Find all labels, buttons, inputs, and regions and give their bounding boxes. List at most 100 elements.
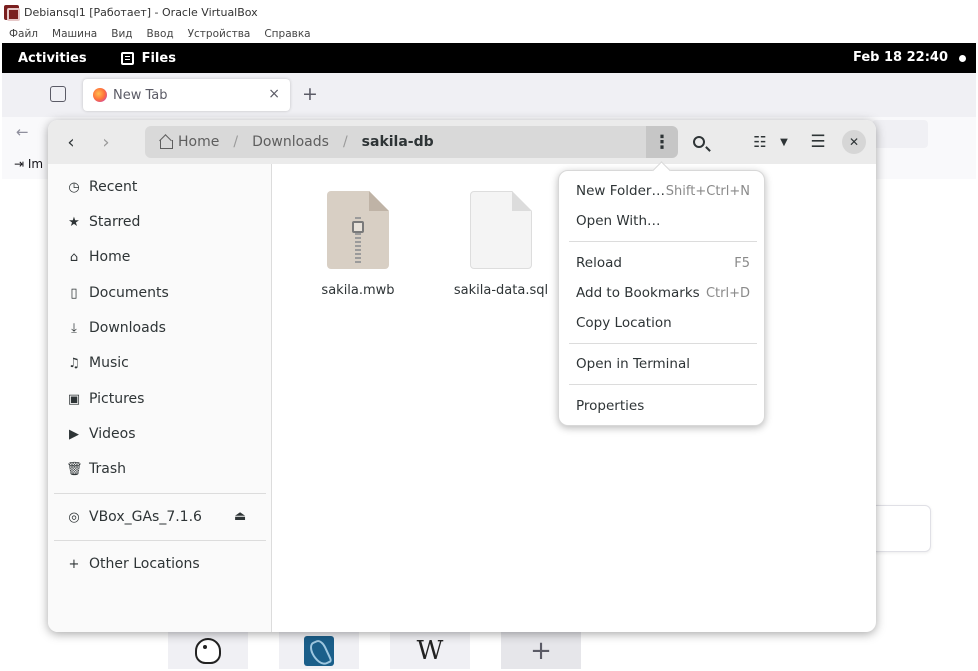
shortcut-debian[interactable] xyxy=(168,632,248,669)
close-icon: ✕ xyxy=(848,135,860,149)
app-menu[interactable]: Files xyxy=(120,50,176,66)
sidebar-item-label: Other Locations xyxy=(89,556,200,572)
view-options-button[interactable]: ▼ xyxy=(776,130,792,154)
vbox-menu-file[interactable]: Файл xyxy=(9,28,38,40)
menu-separator xyxy=(569,241,757,242)
clock-icon: ◷ xyxy=(68,179,80,195)
search-button[interactable] xyxy=(686,130,712,154)
menu-item-new-folder[interactable]: New Folder… Shift+Ctrl+N xyxy=(565,177,760,205)
clock[interactable]: Feb 18 22:40 xyxy=(853,50,948,65)
sidebar-item-recent[interactable]: ◷ Recent xyxy=(66,175,266,199)
menu-item-copy-location[interactable]: Copy Location xyxy=(565,309,760,337)
sidebar-item-pictures[interactable]: ▣ Pictures xyxy=(66,387,266,411)
path-current-folder[interactable]: sakila-db xyxy=(362,134,434,150)
menu-item-reload[interactable]: Reload F5 xyxy=(565,249,760,277)
plus-icon: + xyxy=(68,556,80,572)
vbox-menu-input[interactable]: Ввод xyxy=(147,28,174,40)
firefox-tab[interactable]: New Tab × xyxy=(83,79,290,111)
menu-item-label: Open With… xyxy=(576,213,661,229)
file-name: sakila-data.sql xyxy=(453,283,549,298)
menu-item-properties[interactable]: Properties xyxy=(565,392,760,420)
firefox-tab-bar: New Tab × + xyxy=(2,73,976,117)
chevron-down-icon: ▼ xyxy=(780,136,788,148)
sidebar-item-label: Pictures xyxy=(89,391,145,407)
sidebar-item-label: Recent xyxy=(89,179,138,195)
plus-icon: + xyxy=(530,635,552,666)
path-downloads[interactable]: Downloads xyxy=(252,134,329,150)
tab-list-icon[interactable] xyxy=(50,86,66,102)
url-bar[interactable] xyxy=(872,120,928,148)
path-separator: / xyxy=(342,134,348,150)
home-icon xyxy=(159,136,173,149)
file-item[interactable]: sakila-data.sql xyxy=(446,191,556,298)
sidebar-item-other-locations[interactable]: + Other Locations xyxy=(66,552,266,576)
main-menu-button[interactable]: ☰ xyxy=(808,130,828,154)
menu-item-label: Add to Bookmarks xyxy=(576,285,700,301)
menu-item-open-in-terminal[interactable]: Open in Terminal xyxy=(565,350,760,378)
virtualbox-logo-icon xyxy=(4,5,20,21)
app-name-label: Files xyxy=(141,50,176,66)
eject-icon[interactable]: ⏏ xyxy=(234,509,246,524)
new-tab-button[interactable]: + xyxy=(302,83,318,105)
vbox-menubar: Файл Машина Вид Ввод Устройства Справка xyxy=(0,25,978,43)
activities-button[interactable]: Activities xyxy=(18,51,87,66)
sidebar-item-videos[interactable]: ▶ Videos xyxy=(66,422,266,446)
sidebar-item-starred[interactable]: ★ Starred xyxy=(66,210,266,234)
sidebar-item-trash[interactable]: 🗑 Trash xyxy=(66,457,266,481)
chevron-right-icon: › xyxy=(102,131,110,153)
text-file-icon xyxy=(470,191,532,269)
hamburger-menu-icon: ☰ xyxy=(810,132,826,152)
menu-separator xyxy=(569,343,757,344)
sidebar-item-label: Music xyxy=(89,355,129,371)
kebab-menu-icon: ⋮ xyxy=(653,131,671,153)
file-item[interactable]: sakila.mwb xyxy=(303,191,413,298)
vbox-menu-view[interactable]: Вид xyxy=(111,28,132,40)
sidebar-divider xyxy=(54,493,266,494)
document-icon: ▯ xyxy=(70,285,78,301)
menu-item-shortcut: Shift+Ctrl+N xyxy=(665,183,750,199)
menu-item-label: Open in Terminal xyxy=(576,356,690,372)
menu-item-open-with[interactable]: Open With… xyxy=(565,207,760,235)
download-icon: ⤓ xyxy=(71,320,77,336)
sidebar-item-home[interactable]: ⌂ Home xyxy=(66,245,266,269)
menu-item-label: New Folder… xyxy=(576,183,665,199)
sidebar-item-documents[interactable]: ▯ Documents xyxy=(66,281,266,305)
files-app-icon xyxy=(120,51,134,65)
sidebar-item-label: Videos xyxy=(89,426,136,442)
import-bookmarks-button[interactable]: ⇥ Im xyxy=(14,157,43,171)
tab-close-icon[interactable]: × xyxy=(268,86,280,102)
firefox-card xyxy=(870,505,931,552)
back-button[interactable]: ‹ xyxy=(60,130,82,154)
dialog-header-bar: ‹ › Home / Downloads / sakila-db ⋮ ☷ ▼ ☰… xyxy=(48,120,876,164)
list-view-icon: ☷ xyxy=(753,133,767,151)
folder-menu-button[interactable]: ⋮ xyxy=(646,126,678,158)
view-toggle-button[interactable]: ☷ xyxy=(750,130,770,154)
firefox-icon xyxy=(93,88,107,102)
tab-title: New Tab xyxy=(113,87,168,103)
forward-button[interactable]: › xyxy=(95,130,117,154)
close-button[interactable]: ✕ xyxy=(842,130,866,154)
system-status-icon[interactable] xyxy=(959,55,966,62)
add-shortcut-button[interactable]: + xyxy=(501,632,581,669)
chevron-left-icon: ‹ xyxy=(67,131,75,153)
menu-item-label: Reload xyxy=(576,255,622,271)
sidebar-item-music[interactable]: ♫ Music xyxy=(66,351,266,375)
menu-item-shortcut: Ctrl+D xyxy=(705,285,750,301)
vbox-menu-machine[interactable]: Машина xyxy=(52,28,97,40)
vbox-title-text: Debiansql1 [Работает] - Oracle VirtualBo… xyxy=(24,6,258,19)
shortcut-wikipedia[interactable]: W xyxy=(390,632,470,669)
gnome-top-bar: Activities Files Feb 18 22:40 xyxy=(2,43,976,73)
disc-icon: ◎ xyxy=(68,509,80,525)
sidebar-item-label: Trash xyxy=(89,461,126,477)
file-name: sakila.mwb xyxy=(321,283,395,298)
home-icon: ⌂ xyxy=(69,249,79,265)
menu-item-add-to-bookmarks[interactable]: Add to Bookmarks Ctrl+D xyxy=(565,279,760,307)
path-home[interactable]: Home xyxy=(178,134,219,150)
back-arrow-icon[interactable]: ← xyxy=(16,123,29,141)
vbox-menu-devices[interactable]: Устройства xyxy=(188,28,251,40)
vbox-menu-help[interactable]: Справка xyxy=(264,28,310,40)
places-sidebar: ◷ Recent ★ Starred ⌂ Home ▯ Documents ⤓ … xyxy=(48,164,272,632)
sidebar-item-downloads[interactable]: ⤓ Downloads xyxy=(66,316,266,340)
path-separator: / xyxy=(233,134,239,150)
shortcut-mysql[interactable] xyxy=(279,632,359,669)
